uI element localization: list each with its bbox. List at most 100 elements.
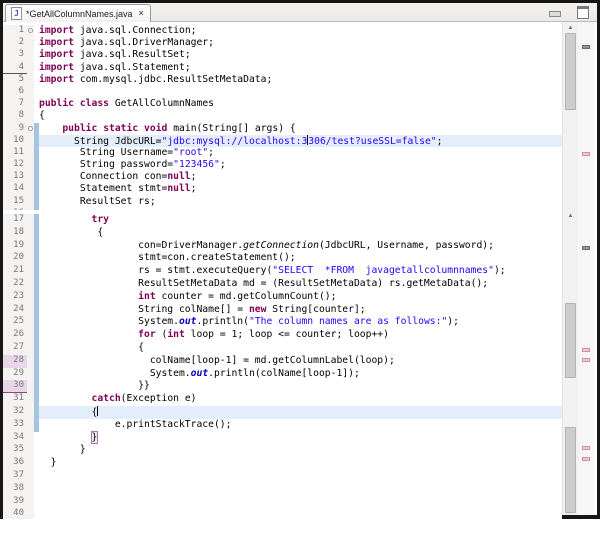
- code-text[interactable]: ResultSetMetaData md = (ResultSetMetaDat…: [39, 278, 562, 291]
- code-line[interactable]: 24 String colName[] = new String[counter…: [3, 303, 562, 317]
- fold-marker-icon[interactable]: [27, 122, 34, 135]
- code-line[interactable]: 4 import java.sql.Statement;: [3, 61, 562, 74]
- code-text[interactable]: [39, 470, 562, 483]
- code-text[interactable]: catch(Exception e): [39, 393, 562, 406]
- code-line[interactable]: 19 con=DriverManager.getConnection(JdbcU…: [3, 239, 562, 253]
- scroll-up-arrow-icon[interactable]: ▲: [563, 210, 578, 222]
- code-line[interactable]: 6: [3, 85, 562, 99]
- maximize-view-icon[interactable]: [577, 6, 589, 19]
- code-line[interactable]: 25 System.out.println("The column names …: [3, 316, 562, 330]
- code-line[interactable]: 32 {: [3, 405, 562, 419]
- code-text[interactable]: [39, 483, 562, 496]
- code-line[interactable]: 29 System.out.println(colName[loop-1]);: [3, 367, 562, 381]
- line-number: 11: [3, 146, 27, 160]
- code-line[interactable]: 38: [3, 482, 562, 496]
- code-text[interactable]: }}: [39, 380, 562, 393]
- scrollbar-bottom-pane-lower[interactable]: [562, 422, 578, 515]
- code-line[interactable]: 12 String password="123456";: [3, 159, 562, 172]
- fold-column: [27, 252, 34, 266]
- code-text[interactable]: System.out.println("The column names are…: [39, 316, 562, 329]
- code-text[interactable]: stmt=con.createStatement();: [39, 252, 562, 265]
- code-line[interactable]: 39: [3, 495, 562, 509]
- code-line[interactable]: 27 {: [3, 341, 562, 355]
- code-line[interactable]: 21 rs = stmt.executeQuery("SELECT *FROM …: [3, 265, 562, 278]
- fold-column: [27, 303, 34, 317]
- code-line[interactable]: 33 e.printStackTrace();: [3, 418, 562, 432]
- code-text[interactable]: }: [39, 430, 562, 445]
- code-text[interactable]: import java.sql.Connection;: [39, 25, 562, 37]
- code-line[interactable]: 34 }: [3, 430, 562, 445]
- code-text[interactable]: [39, 508, 562, 519]
- code-text[interactable]: {: [39, 405, 562, 419]
- code-text[interactable]: {: [39, 110, 562, 122]
- code-line[interactable]: 23 int counter = md.getColumnCount();: [3, 290, 562, 304]
- code-text[interactable]: import java.sql.ResultSet;: [39, 49, 562, 61]
- code-text[interactable]: {: [39, 227, 562, 240]
- code-text[interactable]: String Username="root";: [39, 147, 562, 159]
- tab-close-icon[interactable]: ×: [139, 9, 144, 18]
- code-text[interactable]: }: [39, 457, 562, 470]
- code-text[interactable]: System.out.println(colName[loop-1]);: [39, 368, 562, 381]
- code-text[interactable]: [39, 86, 562, 98]
- code-line[interactable]: 18 {: [3, 226, 562, 240]
- code-line[interactable]: 2 import java.sql.DriverManager;: [3, 37, 562, 50]
- scrollbar-top-pane[interactable]: ▲: [562, 22, 578, 210]
- code-line[interactable]: 3 import java.sql.ResultSet;: [3, 49, 562, 62]
- code-text[interactable]: String JdbcURL="jdbc:mysql://localhost:3…: [39, 134, 562, 147]
- code-text[interactable]: ResultSet rs;: [39, 196, 562, 208]
- code-line[interactable]: 1 import java.sql.Connection;: [3, 25, 562, 38]
- scrollbar-thumb[interactable]: [565, 33, 576, 110]
- scrollbar-thumb[interactable]: [565, 427, 576, 513]
- code-text[interactable]: e.printStackTrace();: [39, 419, 562, 432]
- code-text[interactable]: int counter = md.getColumnCount();: [39, 291, 562, 304]
- scrollbar-thumb[interactable]: [565, 303, 576, 378]
- minimize-view-icon[interactable]: [549, 10, 561, 17]
- code-line[interactable]: 7 public class GetAllColumnNames: [3, 98, 562, 111]
- code-line[interactable]: 40: [3, 508, 562, 519]
- code-text[interactable]: public static void main(String[] args) {: [39, 123, 562, 135]
- code-text[interactable]: public class GetAllColumnNames: [39, 98, 562, 110]
- code-text[interactable]: import java.sql.Statement;: [39, 62, 562, 74]
- code-line[interactable]: 20 stmt=con.createStatement();: [3, 252, 562, 266]
- code-line[interactable]: 17 try: [3, 214, 562, 227]
- code-text[interactable]: colName[loop-1] = md.getColumnLabel(loop…: [39, 355, 562, 368]
- ruler-mark: [582, 45, 590, 49]
- editor-tab-getallcolumnnames[interactable]: J *GetAllColumnNames.java ×: [5, 4, 151, 22]
- fold-column: [27, 329, 34, 342]
- scrollbar-bottom-pane[interactable]: ▲: [562, 210, 578, 422]
- code-text[interactable]: rs = stmt.executeQuery("SELECT *FROM jav…: [39, 265, 562, 278]
- code-text[interactable]: }: [39, 444, 562, 457]
- code-line[interactable]: 14 Statement stmt=null;: [3, 183, 562, 196]
- code-line[interactable]: 30 }}: [3, 380, 562, 394]
- code-text[interactable]: Connection con=null;: [39, 171, 562, 183]
- code-line[interactable]: 11 String Username="root";: [3, 146, 562, 160]
- code-line[interactable]: 22 ResultSetMetaData md = (ResultSetMeta…: [3, 277, 562, 291]
- code-line[interactable]: 5 import com.mysql.jdbc.ResultSetMetaData…: [3, 73, 562, 86]
- code-line[interactable]: 37: [3, 469, 562, 483]
- code-text[interactable]: import com.mysql.jdbc.ResultSetMetaData;: [39, 74, 562, 86]
- fold-marker-icon[interactable]: [27, 25, 34, 38]
- code-line[interactable]: 8{: [3, 110, 562, 123]
- code-text[interactable]: String password="123456";: [39, 159, 562, 171]
- code-text[interactable]: String colName[] = new String[counter];: [39, 304, 562, 317]
- line-number: 18: [3, 226, 27, 240]
- code-text[interactable]: try: [39, 214, 562, 227]
- code-line[interactable]: 31 catch(Exception e): [3, 393, 562, 406]
- fold-column: [27, 195, 34, 208]
- line-number: 36: [3, 457, 27, 470]
- code-text[interactable]: [39, 496, 562, 509]
- code-text[interactable]: Statement stmt=null;: [39, 183, 562, 195]
- code-text[interactable]: con=DriverManager.getConnection(JdbcURL,…: [39, 240, 562, 253]
- code-line[interactable]: 26 for (int loop = 1; loop <= counter; l…: [3, 329, 562, 342]
- code-text[interactable]: {: [39, 342, 562, 355]
- code-line[interactable]: 28 colName[loop-1] = md.getColumnLabel(l…: [3, 354, 562, 368]
- code-line[interactable]: 15 ResultSet rs;: [3, 195, 562, 208]
- code-line[interactable]: 9 public static void main(String[] args)…: [3, 122, 562, 135]
- code-text[interactable]: import java.sql.DriverManager;: [39, 37, 562, 49]
- code-text[interactable]: for (int loop = 1; loop <= counter; loop…: [39, 329, 562, 342]
- code-line[interactable]: 10 String JdbcURL="jdbc:mysql://localhos…: [3, 134, 562, 147]
- code-line[interactable]: 35 }: [3, 444, 562, 458]
- code-line[interactable]: 36 }: [3, 457, 562, 470]
- line-number: 39: [3, 495, 27, 509]
- code-line[interactable]: 13 Connection con=null;: [3, 171, 562, 184]
